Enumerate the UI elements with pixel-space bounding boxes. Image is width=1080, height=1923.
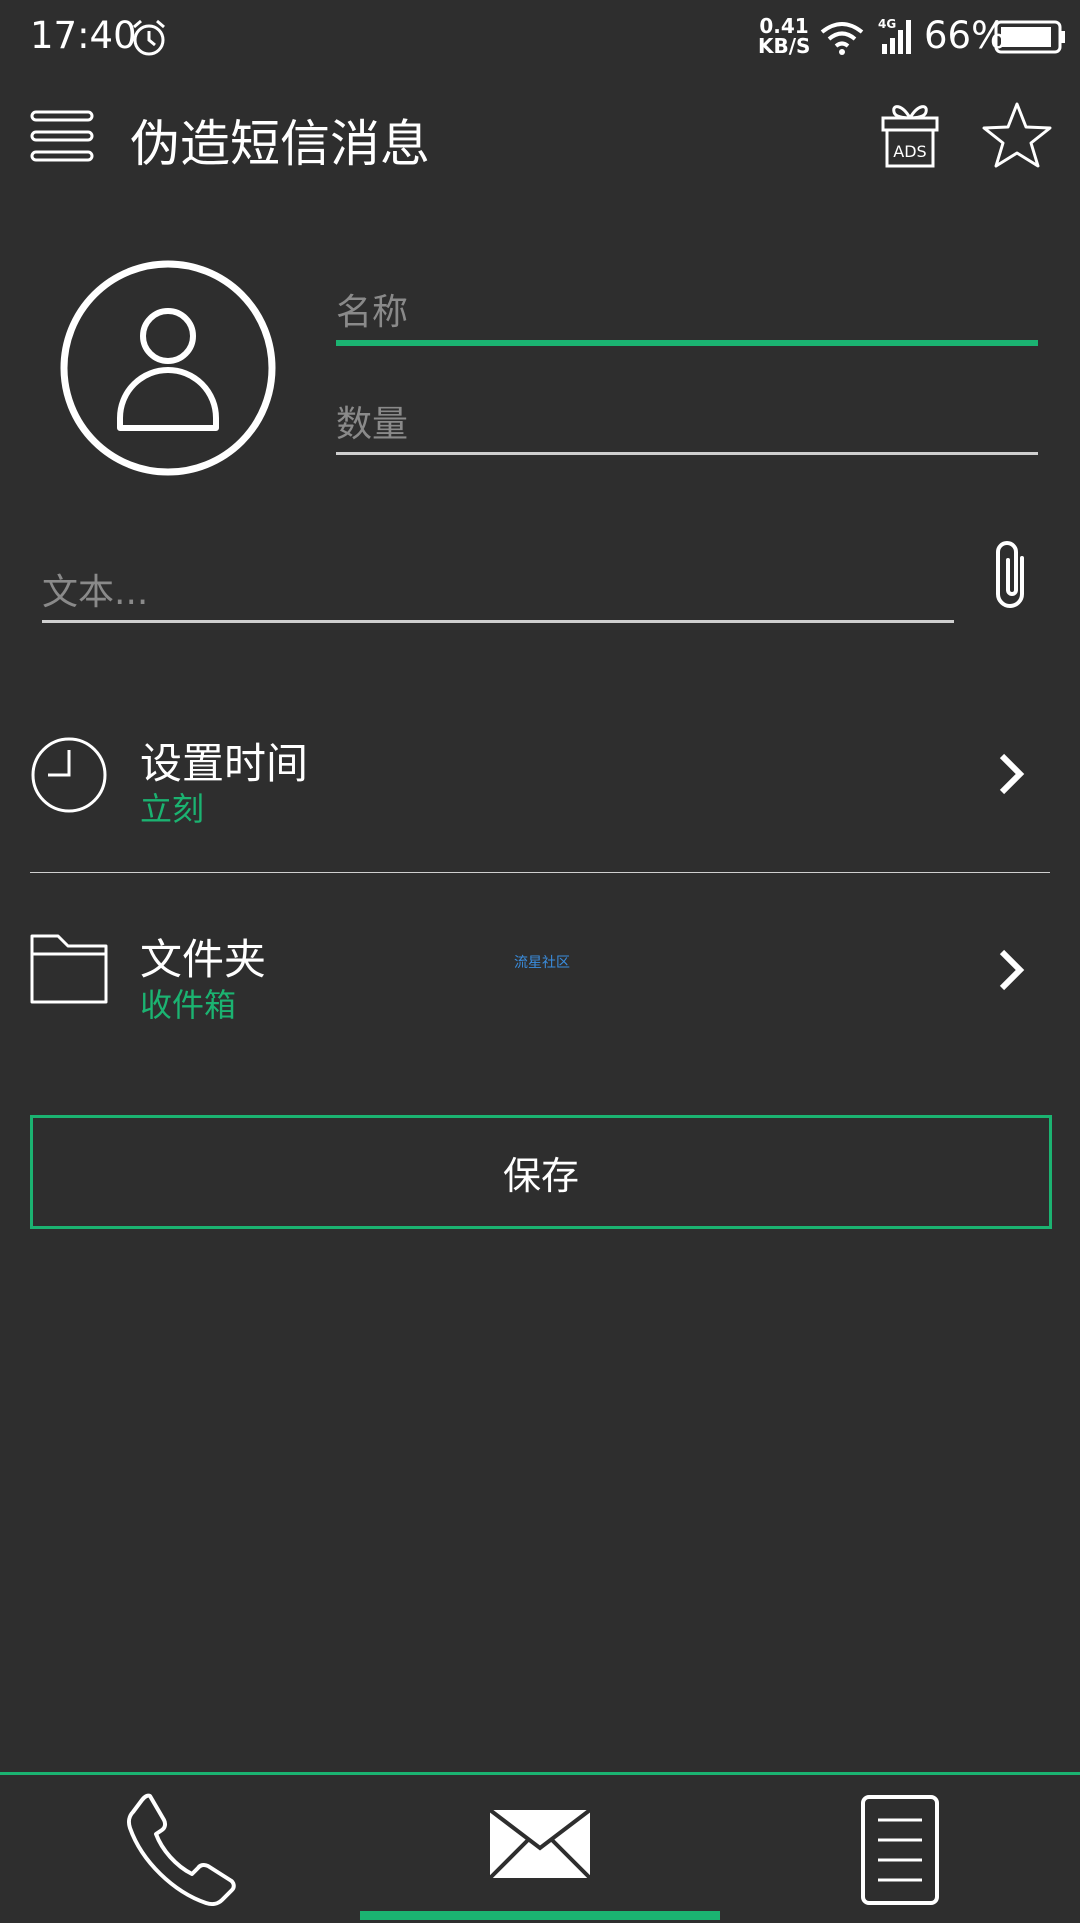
message-text-field[interactable] — [42, 564, 952, 620]
list-icon[interactable] — [860, 1794, 940, 1906]
chevron-right-icon — [999, 949, 1025, 991]
network-speed-value: 0.41 — [759, 14, 809, 38]
clock-icon — [31, 737, 107, 813]
message-icon[interactable] — [488, 1808, 592, 1880]
row-divider — [30, 872, 1050, 873]
folder-icon — [30, 934, 108, 1004]
count-field-underline — [336, 452, 1038, 455]
ads-label: ADS — [893, 142, 926, 161]
folder-value: 收件箱 — [140, 986, 237, 1024]
menu-icon[interactable] — [30, 110, 94, 162]
watermark-text: 流星社区 — [514, 955, 570, 971]
network-speed-unit: KB/S — [758, 34, 811, 58]
star-icon[interactable] — [980, 100, 1054, 170]
battery-icon — [994, 20, 1065, 54]
message-text-underline — [42, 620, 954, 623]
wifi-icon — [820, 22, 864, 55]
phone-icon[interactable] — [120, 1790, 240, 1908]
attach-icon[interactable] — [988, 536, 1036, 612]
page-title: 伪造短信消息 — [130, 115, 430, 173]
name-field[interactable] — [336, 284, 1036, 340]
name-field-underline — [336, 340, 1038, 346]
status-time: 17:40 — [30, 14, 137, 57]
network-speed: 0.41 KB/S — [758, 16, 810, 56]
count-field[interactable] — [336, 396, 1036, 452]
chevron-right-icon — [999, 753, 1025, 795]
network-type-label: 4G — [878, 17, 896, 31]
save-button[interactable]: 保存 — [30, 1115, 1052, 1229]
ads-gift-icon[interactable]: ADS — [880, 100, 940, 170]
set-time-label: 设置时间 — [140, 739, 309, 788]
set-time-value: 立刻 — [140, 790, 205, 828]
nav-active-indicator — [360, 1911, 720, 1920]
folder-label: 文件夹 — [140, 935, 267, 984]
alarm-clock-icon — [133, 19, 165, 56]
signal-icon: 4G — [878, 17, 911, 54]
avatar-icon[interactable] — [58, 258, 278, 478]
